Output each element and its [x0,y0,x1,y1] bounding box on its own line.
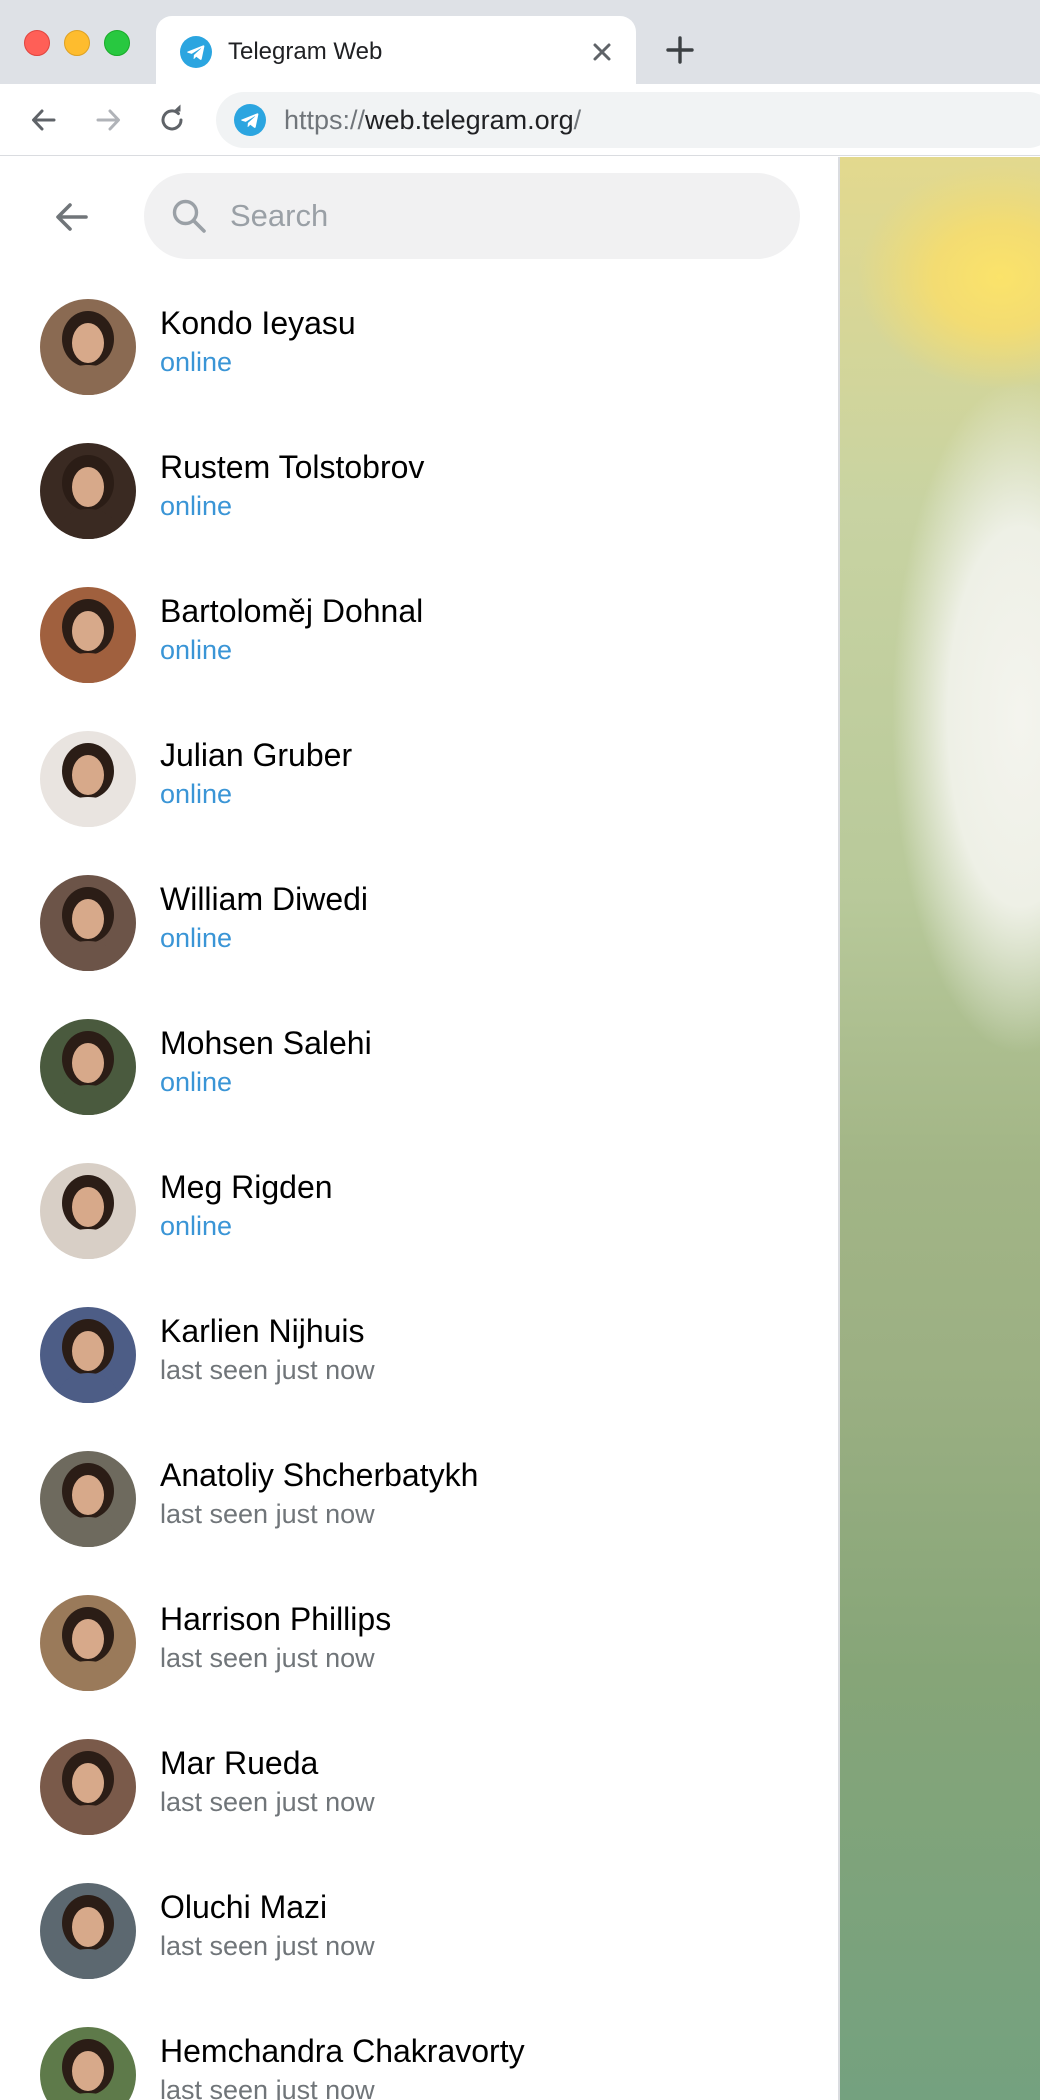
contact-row[interactable]: Mar Rueda last seen just now [0,1733,838,1877]
contact-row[interactable]: Karlien Nijhuis last seen just now [0,1301,838,1445]
telegram-icon [180,36,212,68]
chat-wallpaper [840,157,1040,2100]
minimize-window-button[interactable] [64,30,90,56]
url-scheme: https:// [284,105,366,135]
arrow-right-icon[interactable] [88,100,128,140]
tab-title: Telegram Web [228,38,383,65]
browser-tab-telegram[interactable]: Telegram Web [156,16,636,84]
contact-row[interactable]: Harrison Phillips last seen just now [0,1589,838,1733]
contact-row[interactable]: Julian Gruber online [0,725,838,869]
avatar [40,443,136,539]
contact-status: last seen just now [160,2075,375,2100]
avatar [40,1307,136,1403]
contact-status: online [160,491,233,521]
contact-row[interactable]: Hemchandra Chakravorty last seen just no… [0,2021,838,2100]
url-path: / [573,105,582,135]
browser-tab-bar: Telegram Web [0,0,1040,84]
arrow-left-icon[interactable] [44,189,100,245]
avatar [40,1595,136,1691]
avatar [40,299,136,395]
contact-name: Anatoliy Shcherbatykh [160,1457,479,1493]
contact-status: online [160,1067,233,1097]
contact-name: Meg Rigden [160,1169,333,1205]
search-input[interactable] [228,193,768,239]
reload-icon[interactable] [152,100,192,140]
contact-row[interactable]: Meg Rigden online [0,1157,838,1301]
contact-name: Julian Gruber [160,737,353,773]
avatar [40,2027,136,2100]
contact-row[interactable]: Kondo Ieyasu online [0,293,838,437]
arrow-left-icon[interactable] [24,100,64,140]
plus-icon[interactable] [662,32,698,68]
browser-toolbar: https://web.telegram.org/ [0,84,1040,156]
contact-name: Hemchandra Chakravorty [160,2033,525,2069]
close-window-button[interactable] [24,30,50,56]
contact-status: online [160,779,233,809]
contact-name: Mar Rueda [160,1745,319,1781]
contact-name: Kondo Ieyasu [160,305,356,341]
telegram-icon [234,104,266,136]
search-icon [172,199,206,233]
telegram-app: Kondo Ieyasu online Rustem Tolstobrov on… [0,157,1040,2100]
contact-name: Rustem Tolstobrov [160,449,425,485]
contact-list: Kondo Ieyasu online Rustem Tolstobrov on… [0,293,838,2100]
contact-status: online [160,923,233,953]
avatar [40,1883,136,1979]
close-icon[interactable] [586,36,618,68]
avatar [40,875,136,971]
contact-status: last seen just now [160,1931,375,1961]
contact-status: online [160,635,233,665]
url-text: https://web.telegram.org/ [284,104,581,136]
url-host: web.telegram.org [365,105,574,135]
contact-row[interactable]: Rustem Tolstobrov online [0,437,838,581]
search-box[interactable] [144,173,800,259]
contact-status: last seen just now [160,1787,375,1817]
contact-status: last seen just now [160,1499,375,1529]
contact-name: Oluchi Mazi [160,1889,328,1925]
search-row [0,157,838,267]
avatar [40,1019,136,1115]
contact-status: last seen just now [160,1643,375,1673]
contact-row[interactable]: Bartoloměj Dohnal online [0,581,838,725]
contact-row[interactable]: Oluchi Mazi last seen just now [0,1877,838,2021]
contact-row[interactable]: William Diwedi online [0,869,838,1013]
avatar [40,731,136,827]
contact-name: Harrison Phillips [160,1601,392,1637]
contact-name: Mohsen Salehi [160,1025,372,1061]
avatar [40,1163,136,1259]
contact-status: online [160,1211,233,1241]
address-bar[interactable]: https://web.telegram.org/ [216,92,1040,148]
contact-name: William Diwedi [160,881,369,917]
avatar [40,587,136,683]
maximize-window-button[interactable] [104,30,130,56]
avatar [40,1451,136,1547]
contacts-sidebar: Kondo Ieyasu online Rustem Tolstobrov on… [0,157,840,2100]
contact-name: Karlien Nijhuis [160,1313,365,1349]
contact-name: Bartoloměj Dohnal [160,593,424,629]
contact-row[interactable]: Anatoliy Shcherbatykh last seen just now [0,1445,838,1589]
contact-status: online [160,347,233,377]
contact-row[interactable]: Mohsen Salehi online [0,1013,838,1157]
avatar [40,1739,136,1835]
contact-status: last seen just now [160,1355,375,1385]
